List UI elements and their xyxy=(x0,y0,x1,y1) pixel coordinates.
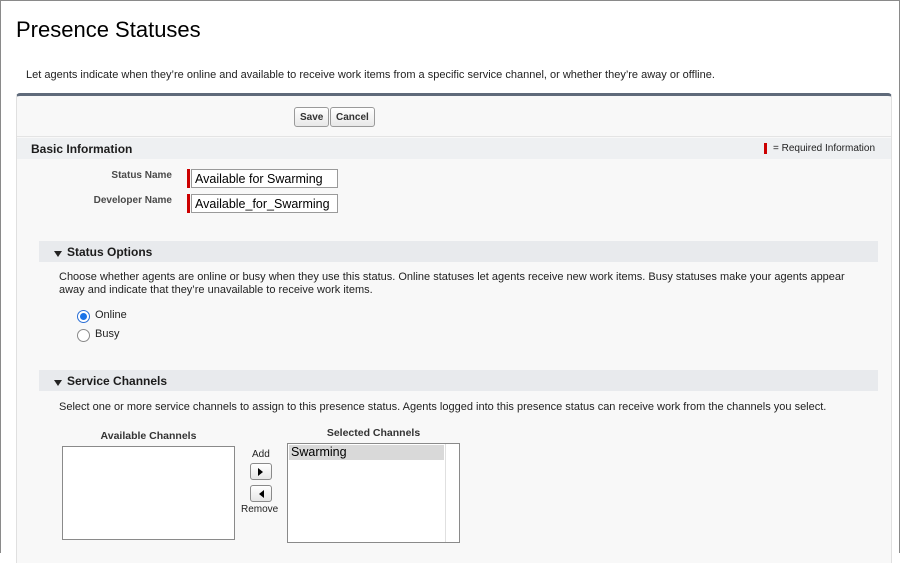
collapse-triangle-icon[interactable] xyxy=(54,251,62,257)
selected-channels-label: Selected Channels xyxy=(326,427,421,439)
service-channels-title: Service Channels xyxy=(67,374,168,388)
scrollbar[interactable] xyxy=(445,444,459,542)
busy-radio[interactable] xyxy=(77,329,90,342)
busy-radio-label: Busy xyxy=(95,328,120,340)
required-indicator xyxy=(764,143,767,154)
remove-button[interactable] xyxy=(250,485,272,502)
left-arrow-icon xyxy=(259,490,264,498)
page-title: Presence Statuses xyxy=(16,17,201,42)
developer-name-required-indicator xyxy=(187,194,190,213)
remove-label: Remove xyxy=(241,504,279,515)
right-arrow-icon xyxy=(258,468,263,476)
available-channels-list[interactable] xyxy=(62,446,235,540)
collapse-triangle-icon[interactable] xyxy=(54,380,62,386)
cancel-button[interactable]: Cancel xyxy=(330,107,375,127)
status-name-label: Status Name xyxy=(111,170,172,181)
basic-information-title: Basic Information xyxy=(31,142,133,156)
developer-name-label: Developer Name xyxy=(93,195,172,206)
add-button[interactable] xyxy=(250,463,272,480)
status-options-header[interactable] xyxy=(39,241,878,262)
save-button[interactable]: Save xyxy=(294,107,330,127)
status-options-title: Status Options xyxy=(67,245,153,259)
status-name-field[interactable] xyxy=(191,169,338,188)
divider xyxy=(17,136,891,137)
status-options-description: Choose whether agents are online or busy… xyxy=(59,271,845,296)
list-item[interactable]: Swarming xyxy=(289,445,444,460)
available-channels-label: Available Channels xyxy=(100,430,197,442)
page-description: Let agents indicate when they’re online … xyxy=(26,69,715,81)
required-legend: = Required Information xyxy=(773,143,876,154)
online-radio[interactable] xyxy=(77,310,90,323)
selected-channels-list[interactable]: Swarming xyxy=(287,443,460,543)
service-channels-description: Select one or more service channels to a… xyxy=(59,401,827,413)
add-label: Add xyxy=(252,449,270,460)
online-radio-label: Online xyxy=(95,309,127,321)
status-name-required-indicator xyxy=(187,169,190,188)
developer-name-field[interactable] xyxy=(191,194,338,213)
basic-information-header xyxy=(17,138,891,159)
